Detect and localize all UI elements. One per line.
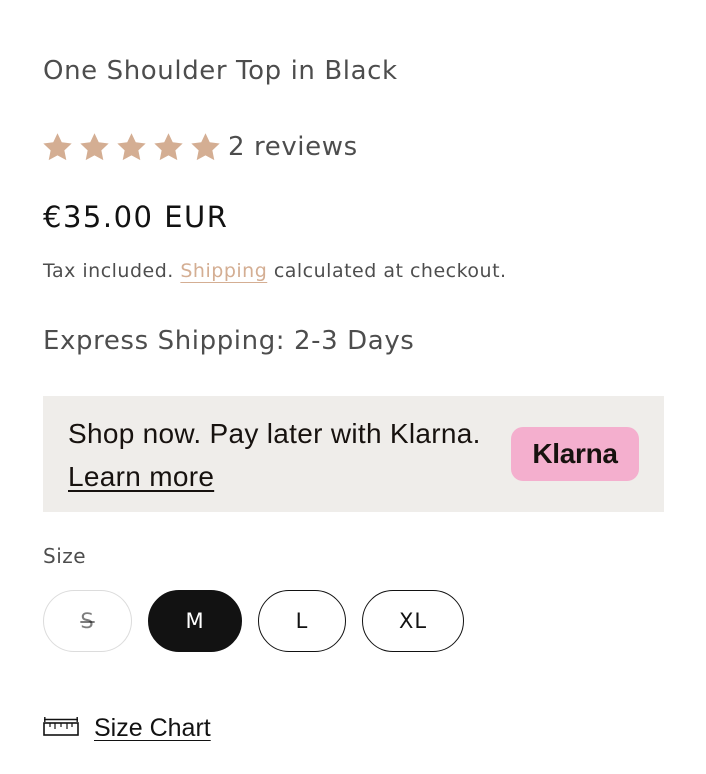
klarna-logo: Klarna	[511, 427, 639, 481]
product-rating[interactable]: 2 reviews	[41, 130, 358, 164]
size-option-m[interactable]: M	[148, 590, 242, 652]
shipping-link[interactable]: Shipping	[180, 260, 267, 282]
klarna-banner: Shop now. Pay later with Klarna. Learn m…	[43, 396, 664, 512]
star-icon	[117, 132, 146, 160]
product-price: €35.00 EUR	[43, 200, 229, 234]
star-rating	[41, 131, 226, 164]
tax-note-prefix: Tax included.	[43, 260, 174, 282]
size-option-xl[interactable]: XL	[362, 590, 464, 652]
size-option-s[interactable]: S	[43, 590, 132, 652]
star-icon	[154, 132, 183, 160]
reviews-count[interactable]: 2 reviews	[228, 132, 358, 162]
product-title: One Shoulder Top in Black	[43, 56, 398, 86]
ruler-icon	[43, 717, 79, 736]
klarna-message-text: Shop now. Pay later with Klarna.	[68, 418, 481, 449]
size-chart-link[interactable]: Size Chart	[43, 710, 211, 746]
size-chart-label[interactable]: Size Chart	[94, 714, 211, 743]
star-icon	[80, 132, 109, 160]
star-icon	[43, 132, 72, 160]
tax-note: Tax included. Shipping calculated at che…	[43, 260, 507, 282]
klarna-learn-more-link[interactable]: Learn more	[68, 461, 214, 492]
size-label: Size	[43, 544, 87, 568]
express-shipping-note: Express Shipping: 2-3 Days	[43, 326, 415, 356]
size-option-l[interactable]: L	[258, 590, 346, 652]
star-icon	[191, 132, 220, 160]
tax-note-suffix: calculated at checkout.	[273, 260, 507, 282]
klarna-message: Shop now. Pay later with Klarna. Learn m…	[68, 412, 488, 498]
